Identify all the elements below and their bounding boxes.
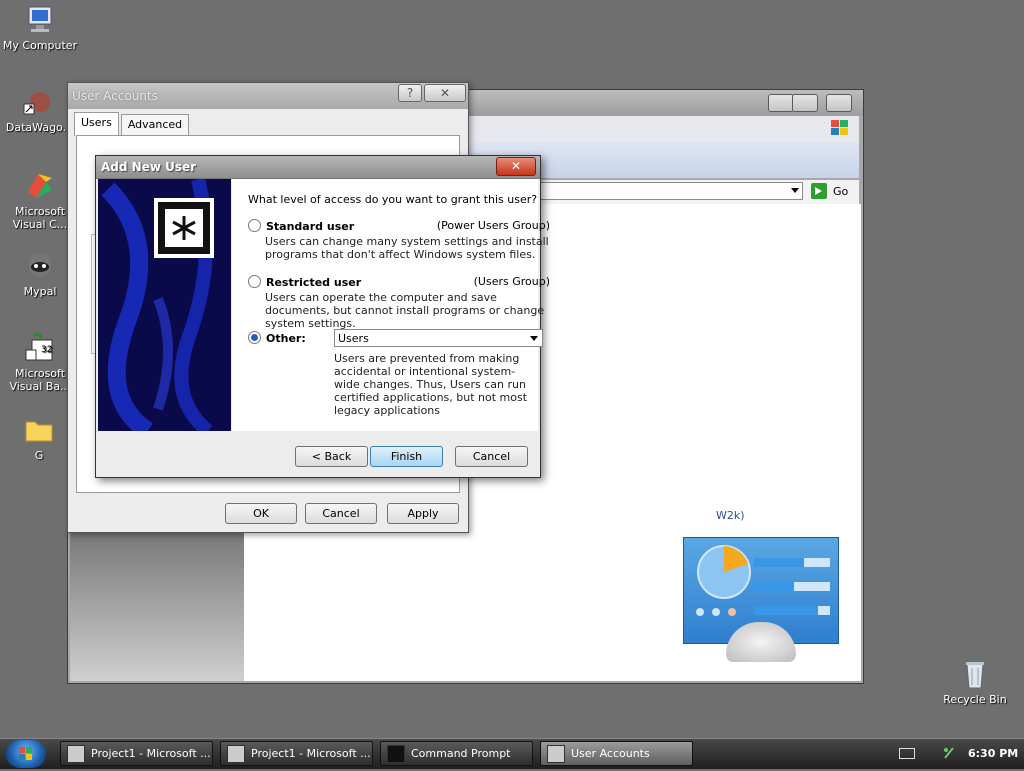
desktop-icon-label: DataWago.: [5, 121, 67, 134]
folder-icon: [23, 414, 55, 446]
taskbar: Project1 - Microsoft ... Project1 - Micr…: [0, 738, 1024, 769]
close-button[interactable]: ✕: [496, 157, 536, 176]
other-label: Other:: [266, 332, 306, 345]
svg-text:32: 32: [41, 345, 52, 355]
wizard-side-image: [98, 179, 231, 431]
w2k-link-text[interactable]: W2k): [716, 509, 745, 522]
desktop-icon-datawago[interactable]: DataWago.: [0, 86, 74, 134]
access-level-question: What level of access do you want to gran…: [248, 193, 538, 206]
restricted-user-label: Restricted user: [266, 276, 362, 289]
taskbar-item-command-prompt[interactable]: Command Prompt: [380, 741, 533, 766]
windows-logo-icon: [829, 118, 851, 138]
vb-project-icon: [227, 744, 245, 763]
finish-button[interactable]: Finish: [370, 446, 443, 467]
power-users-group-label: (Power Users Group): [436, 219, 550, 232]
apply-button[interactable]: Apply: [387, 503, 459, 524]
go-arrow-icon: [811, 183, 827, 199]
cancel-button[interactable]: Cancel: [305, 503, 377, 524]
close-button[interactable]: [826, 94, 852, 112]
standard-user-label: Standard user: [266, 220, 355, 233]
tab-advanced[interactable]: Advanced: [120, 114, 190, 136]
other-radio[interactable]: [248, 331, 261, 344]
desktop-icon-recycle-bin[interactable]: Recycle Bin: [937, 658, 1013, 706]
users-group-label: (Users Group): [473, 275, 550, 288]
minimize-button[interactable]: [768, 94, 794, 112]
taskbar-item-project1-b[interactable]: Project1 - Microsoft ...: [220, 741, 373, 766]
recycle-bin-icon: [959, 658, 991, 690]
taskbar-item-user-accounts[interactable]: User Accounts: [540, 741, 693, 766]
ok-button[interactable]: OK: [225, 503, 297, 524]
wizard-content: What level of access do you want to gran…: [232, 179, 550, 431]
visual-basic-icon: 32: [24, 332, 56, 364]
desktop-icon-label: Recycle Bin: [943, 693, 1007, 706]
tab-strip: Users Advanced: [74, 112, 191, 136]
user-accounts-icon: [547, 744, 565, 763]
dialog-title: User Accounts: [72, 89, 158, 103]
desktop-icon-my-computer[interactable]: My Computer: [2, 4, 78, 52]
clock[interactable]: 6:30 PM: [968, 747, 1018, 760]
desktop-icon-label: G: [34, 449, 44, 462]
chevron-down-icon[interactable]: [791, 188, 799, 193]
maximize-button[interactable]: [792, 94, 818, 112]
restricted-user-description: Users can operate the computer and save …: [265, 291, 545, 330]
desktop-icon-label: My Computer: [2, 39, 78, 52]
dialog-title: Add New User: [101, 160, 197, 174]
taskbar-item-label: Project1 - Microsoft ...: [91, 747, 211, 760]
help-icon: ?: [406, 86, 414, 100]
command-prompt-icon: [387, 744, 405, 763]
back-button[interactable]: < Back: [295, 446, 368, 467]
group-select-value: Users: [338, 332, 369, 345]
add-new-user-titlebar: Add New User ✕: [96, 156, 540, 179]
go-label: Go: [833, 184, 849, 198]
taskbar-item-project1-a[interactable]: Project1 - Microsoft ...: [60, 741, 213, 766]
taskbar-item-label: User Accounts: [571, 747, 650, 760]
visual-studio-icon: [24, 170, 56, 202]
restricted-user-option[interactable]: Restricted user (Users Group) Users can …: [248, 275, 550, 330]
group-select[interactable]: Users: [334, 329, 543, 347]
keyboard-icon[interactable]: [899, 748, 915, 759]
start-button[interactable]: [6, 740, 46, 768]
cancel-button[interactable]: Cancel: [455, 446, 528, 467]
chevron-down-icon[interactable]: [530, 336, 538, 341]
control-panel-sidebar: [70, 530, 244, 681]
standard-user-radio[interactable]: [248, 219, 261, 232]
tab-users[interactable]: Users: [74, 112, 119, 136]
network-icon[interactable]: [943, 746, 955, 760]
desktop-icon-folder-g[interactable]: G: [1, 414, 77, 462]
standard-user-option[interactable]: Standard user (Power Users Group) Users …: [248, 219, 550, 261]
standard-user-description: Users can change many system settings an…: [265, 235, 549, 261]
windows-logo-icon: [19, 747, 32, 760]
close-button[interactable]: ✕: [424, 84, 466, 102]
user-accounts-titlebar: User Accounts ? ✕: [68, 83, 468, 109]
taskbar-item-label: Command Prompt: [411, 747, 511, 760]
datawago-icon: [20, 86, 52, 118]
restricted-user-radio[interactable]: [248, 275, 261, 288]
system-tray: 6:30 PM: [893, 741, 1024, 766]
other-description: Users are prevented from making accident…: [334, 352, 528, 417]
raccoon-icon: [24, 250, 56, 282]
taskbar-item-label: Project1 - Microsoft ...: [251, 747, 371, 760]
go-button[interactable]: Go: [811, 182, 848, 200]
close-icon: ✕: [439, 86, 451, 100]
help-button[interactable]: ?: [398, 84, 422, 102]
other-option[interactable]: Other: Users Users are prevented from ma…: [248, 329, 543, 417]
vb-project-icon: [67, 744, 85, 763]
add-new-user-dialog: Add New User ✕ What level of access do y…: [95, 155, 550, 478]
computer-icon: [24, 4, 56, 36]
close-icon: ✕: [510, 159, 522, 173]
